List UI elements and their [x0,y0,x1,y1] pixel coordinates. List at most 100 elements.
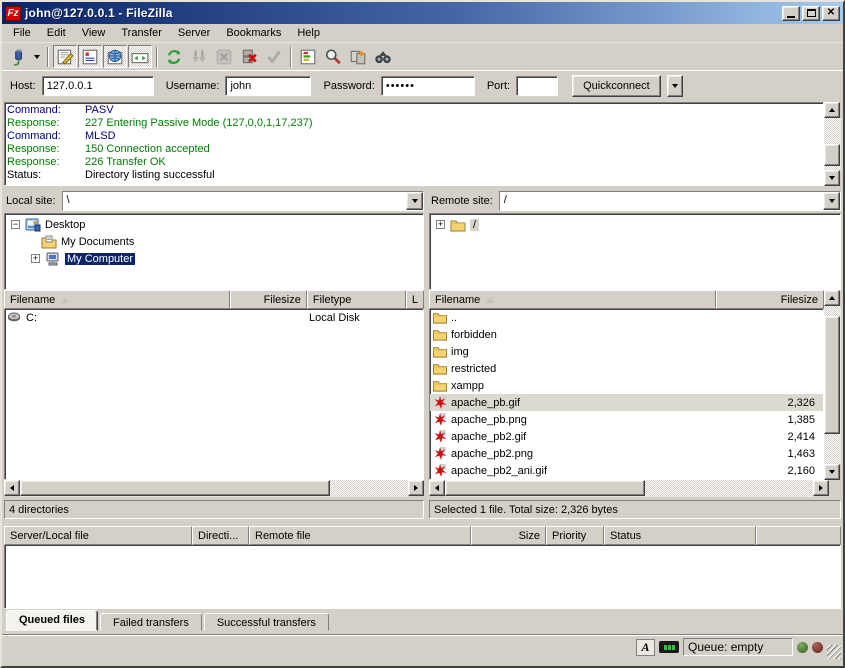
maximize-button[interactable] [802,6,820,21]
connect-dropdown-button[interactable] [31,45,43,68]
minimize-button[interactable] [782,6,800,21]
host-input[interactable] [42,76,154,96]
local-file-row[interactable]: C: Local Disk [5,309,423,326]
remote-vertical-scrollbar[interactable] [824,290,841,480]
quickconnect-button[interactable]: Quickconnect [572,75,661,97]
remote-file-row-selected[interactable]: apache_pb.gif2,326 [430,394,823,411]
resize-grip[interactable] [827,645,841,659]
remote-file-row[interactable]: apache_pb.png1,385 [430,411,823,428]
column-header-status[interactable]: Status [604,526,756,545]
menu-edit[interactable]: Edit [40,25,73,41]
process-queue-button[interactable] [187,45,211,68]
column-header-filetype[interactable]: Filetype [307,290,406,309]
queue-list[interactable] [4,545,841,609]
column-header-filename[interactable]: Filename [429,290,716,309]
tab-successful-transfers[interactable]: Successful transfers [204,613,329,631]
tree-item-root[interactable]: + / [430,216,840,233]
reconnect-button[interactable] [262,45,286,68]
tab-queued-files[interactable]: Queued files [6,610,98,631]
remote-folder-row[interactable]: xampp [430,377,823,394]
local-file-list[interactable]: C: Local Disk [4,309,424,480]
scroll-down-button[interactable] [824,170,840,186]
tree-item-my-documents[interactable]: My Documents [5,233,423,250]
local-horizontal-scrollbar[interactable] [4,480,424,497]
column-header-remote-file[interactable]: Remote file [249,526,471,545]
connect-button[interactable] [6,45,30,68]
collapse-icon[interactable]: − [11,220,20,229]
speed-limits-icon[interactable] [659,641,679,653]
menu-help[interactable]: Help [290,25,327,41]
refresh-button[interactable] [162,45,186,68]
password-input[interactable] [381,76,475,96]
filter-button[interactable] [296,45,320,68]
remote-site-combo[interactable]: / [499,191,841,211]
port-input[interactable] [516,76,558,96]
column-header-last-modified[interactable]: L [406,290,424,309]
remote-horizontal-scrollbar[interactable] [429,480,829,497]
remote-tree[interactable]: + / [429,213,841,290]
remote-folder-row[interactable]: forbidden [430,326,823,343]
scroll-up-button[interactable] [824,290,840,306]
local-site-combo[interactable]: \ [62,191,424,211]
column-header-filesize[interactable]: Filesize [716,290,824,309]
username-input[interactable] [225,76,311,96]
column-header-server-local-file[interactable]: Server/Local file [4,526,192,545]
scrollbar-thumb[interactable] [445,480,645,496]
scroll-right-button[interactable] [813,480,829,496]
local-tree[interactable]: − Desktop My Documents + My Computer [4,213,424,290]
menu-file[interactable]: File [6,25,38,41]
message-log[interactable]: Command:PASV Response:227 Entering Passi… [4,102,824,186]
quickconnect-dropdown-button[interactable] [667,75,683,97]
scrollbar-track[interactable] [445,480,813,497]
scrollbar-thumb[interactable] [824,144,840,166]
menu-bookmarks[interactable]: Bookmarks [219,25,288,41]
local-tree-toggle-button[interactable] [78,45,102,68]
scroll-down-button[interactable] [824,464,840,480]
expand-icon[interactable]: + [436,220,445,229]
cancel-button[interactable] [212,45,236,68]
expand-icon[interactable]: + [31,254,40,263]
scrollbar-track[interactable] [20,480,408,497]
column-header-direction[interactable]: Directi... [192,526,249,545]
message-log-toggle-button[interactable] [53,45,77,68]
tree-item-desktop[interactable]: − Desktop [5,216,423,233]
disconnect-icon [240,48,258,66]
column-header-filename[interactable]: Filename [4,290,230,309]
search-button[interactable] [321,45,345,68]
remote-file-list[interactable]: .. forbidden img restricted xampp apache… [429,309,824,480]
remote-folder-row[interactable]: img [430,343,823,360]
find-button[interactable] [371,45,395,68]
queue-toggle-button[interactable] [128,45,152,68]
compare-button[interactable] [346,45,370,68]
column-header-priority[interactable]: Priority [546,526,604,545]
scrollbar-thumb[interactable] [20,480,330,496]
scroll-left-button[interactable] [429,480,445,496]
scrollbar-thumb[interactable] [824,316,840,434]
scrollbar-track[interactable] [824,118,841,170]
disconnect-button[interactable] [237,45,261,68]
column-header-size[interactable]: Size [471,526,546,545]
remote-file-row[interactable]: apache_pb2.gif2,414 [430,428,823,445]
remote-folder-row[interactable]: restricted [430,360,823,377]
remote-folder-row[interactable]: .. [430,309,823,326]
menu-transfer[interactable]: Transfer [114,25,169,41]
scroll-up-button[interactable] [824,102,840,118]
close-button[interactable]: ✕ [822,6,840,21]
log-scrollbar[interactable] [824,102,841,186]
menu-server[interactable]: Server [171,25,217,41]
menu-view[interactable]: View [75,25,113,41]
scrollbar-track[interactable] [824,306,841,464]
remote-file-row[interactable]: apache_pb2_ani.gif2,160 [430,462,823,479]
local-site-dropdown-button[interactable] [406,192,423,210]
column-header-filesize[interactable]: Filesize [230,290,307,309]
remote-tree-toggle-button[interactable] [103,45,127,68]
tab-failed-transfers[interactable]: Failed transfers [100,613,202,631]
title-bar[interactable]: Fz john@127.0.0.1 - FileZilla ✕ [2,2,843,24]
tree-item-my-computer[interactable]: + My Computer [5,250,423,267]
scroll-left-button[interactable] [4,480,20,496]
receive-indicator-icon [797,642,808,653]
remote-site-dropdown-button[interactable] [823,192,840,210]
scroll-right-button[interactable] [408,480,424,496]
transfer-type-indicator-icon[interactable]: A [636,639,655,656]
remote-file-row[interactable]: apache_pb2.png1,463 [430,445,823,462]
